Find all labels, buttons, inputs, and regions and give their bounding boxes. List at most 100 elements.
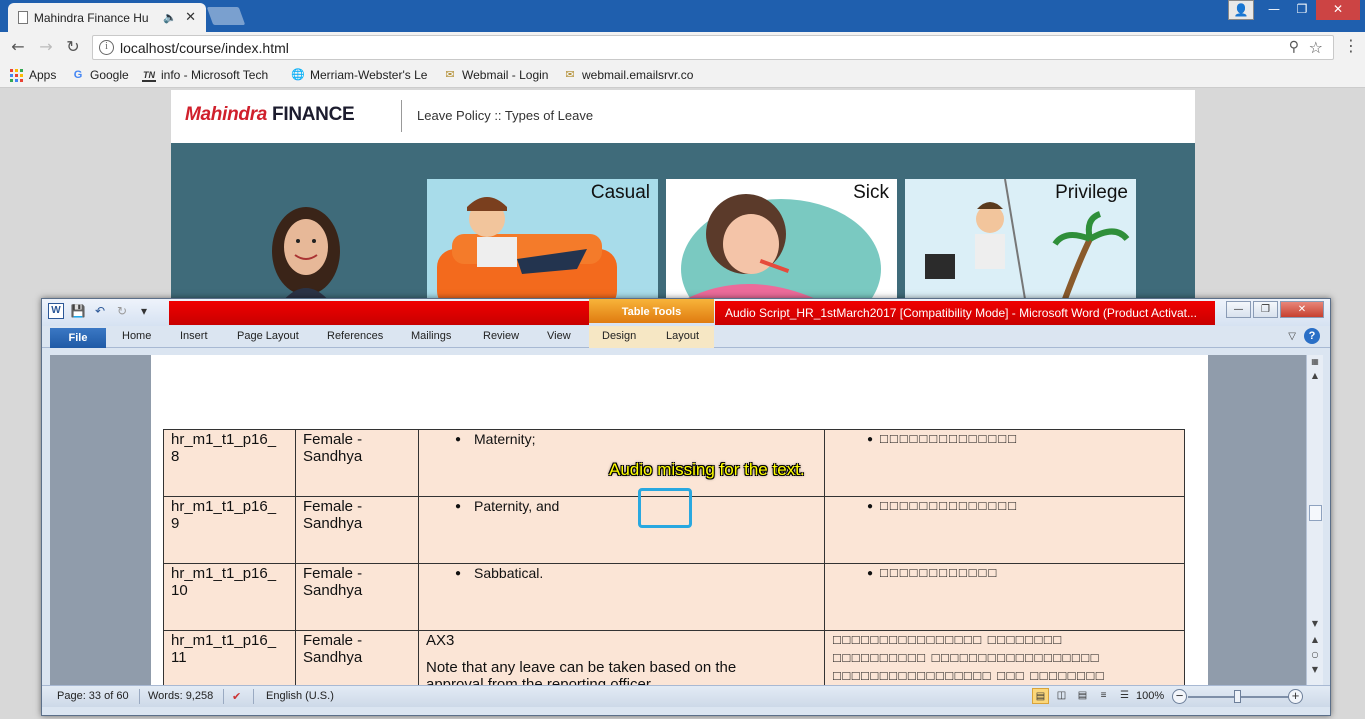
zoom-slider-thumb[interactable] [1234, 690, 1241, 703]
language[interactable]: English (U.S.) [266, 690, 334, 702]
bookmark-technet[interactable]: TN info - Microsoft Tech [142, 68, 274, 82]
globe-icon: 🌐 [291, 69, 305, 81]
document-page[interactable]: hr_m1_t1_p16_ 8 Female - Sandhya ● Maternit… [151, 355, 1208, 685]
tab-title: Mahindra Finance Hu [33, 10, 149, 25]
privilege-leave-card[interactable]: Privilege [905, 179, 1136, 299]
info-icon[interactable]: i [99, 40, 114, 55]
cell-speaker[interactable]: Female - Sandhya [295, 496, 419, 564]
zoom-level[interactable]: 100% [1136, 690, 1164, 702]
cell-translation[interactable]: ● □□□□□□□□□□□□ [824, 563, 1185, 631]
restore-icon[interactable]: ❐ [1253, 301, 1278, 318]
ruler-toggle-icon[interactable]: ▦ [1307, 355, 1323, 369]
customize-qat-icon[interactable]: ▾ [136, 303, 152, 319]
cell-text[interactable]: ● Sabbatical. [418, 563, 825, 631]
cell-text[interactable]: ● Paternity, and [418, 496, 825, 564]
zoom-magnifier-icon[interactable]: ⚲ [1289, 39, 1299, 55]
tab-design[interactable]: Design [602, 330, 636, 342]
bookmark-merriam[interactable]: 🌐 Merriam-Webster's Le [291, 68, 428, 82]
scroll-up-icon[interactable]: ▲ [1307, 369, 1323, 383]
profile-icon[interactable]: 👤 [1228, 0, 1254, 20]
undo-icon[interactable]: ↶ [92, 303, 108, 319]
close-icon[interactable]: ✕ [1280, 301, 1324, 318]
cell-id[interactable]: hr_m1_t1_p16_ 11 [163, 630, 296, 685]
tab-mailings[interactable]: Mailings [411, 330, 451, 342]
bookmark-apps[interactable]: Apps [10, 68, 56, 82]
status-bar: Page: 33 of 60 Words: 9,258 ✔ English (U… [42, 685, 1330, 707]
missing-audio-callout: Audio missing for the text. [609, 460, 805, 479]
web-layout-icon[interactable]: ▤ [1074, 688, 1091, 704]
breadcrumb: Leave Policy :: Types of Leave [417, 108, 594, 123]
back-arrow-icon[interactable]: ← [8, 37, 28, 57]
course-header: Mahindra FINANCE Leave Policy :: Types o… [171, 90, 1195, 143]
tab-references[interactable]: References [327, 330, 383, 342]
address-bar[interactable]: i localhost/course/index.html ⚲ ☆ [92, 35, 1334, 60]
kebab-menu-icon[interactable]: ⋮ [1343, 36, 1359, 55]
reload-icon[interactable]: ↻ [63, 37, 83, 57]
full-screen-reading-icon[interactable]: ◫ [1053, 688, 1070, 704]
cell-id[interactable]: hr_m1_t1_p16_ 10 [163, 563, 296, 631]
quick-access-toolbar: W 💾 ↶ ↻ ▾ [48, 303, 152, 319]
table-row: hr_m1_t1_p16_ 10 Female - Sandhya ● Sabbati… [163, 563, 1185, 631]
google-icon: G [73, 69, 83, 81]
casual-leave-card[interactable]: Casual [427, 179, 658, 299]
cell-id[interactable]: hr_m1_t1_p16_ 8 [163, 429, 296, 497]
url-text[interactable]: localhost/course/index.html [120, 40, 289, 56]
bookmark-google[interactable]: G Google [71, 68, 129, 82]
bookmark-emailsrvr[interactable]: ✉ webmail.emailsrvr.co [563, 68, 700, 82]
forward-arrow-icon[interactable]: → [36, 37, 56, 57]
cell-translation[interactable]: □□□□□□□□□□□□□□□□ □□□□□□□□ □□□□□□□□□□ □□□… [824, 630, 1185, 685]
new-tab-button[interactable] [206, 7, 246, 25]
draft-icon[interactable]: ☰ [1116, 688, 1133, 704]
close-tab-icon[interactable]: ✕ [185, 10, 196, 25]
minimize-icon[interactable]: — [1260, 0, 1288, 20]
tab-file[interactable]: File [50, 328, 106, 348]
cell-translation[interactable]: ● □□□□□□□□□□□□□□ [824, 496, 1185, 564]
cell-speaker[interactable]: Female - Sandhya [295, 630, 419, 685]
vertical-scrollbar[interactable]: ▦ ▲ ▼ ▲ ○ ▼ [1306, 355, 1323, 685]
zoom-in-icon[interactable]: + [1288, 689, 1303, 704]
proofing-icon[interactable]: ✔ [232, 690, 241, 703]
tab-review[interactable]: Review [483, 330, 519, 342]
bookmark-star-icon[interactable]: ☆ [1309, 38, 1323, 57]
speaker-icon[interactable]: 🔈 [163, 11, 177, 24]
scroll-thumb[interactable] [1309, 505, 1322, 521]
ribbon-tabs: File Home Insert Page Layout References … [42, 326, 1330, 348]
close-window-icon[interactable]: ✕ [1316, 0, 1360, 20]
redo-icon[interactable]: ↻ [114, 303, 130, 319]
help-icon[interactable]: ? [1304, 328, 1320, 344]
outline-icon[interactable]: ≡ [1095, 688, 1112, 704]
bookmark-label: webmail.emailsrvr.co [582, 68, 694, 82]
browser-tab[interactable]: Mahindra Finance Hu 🔈 ✕ [8, 3, 206, 32]
missing-audio-highlight [638, 488, 692, 528]
print-layout-icon[interactable]: ▤ [1032, 688, 1049, 704]
tab-view[interactable]: View [547, 330, 571, 342]
tab-page-layout[interactable]: Page Layout [237, 330, 299, 342]
apps-grid-icon [10, 68, 24, 82]
minimize-ribbon-icon[interactable]: ▽ [1288, 331, 1296, 342]
mail-icon: ✉ [445, 69, 455, 81]
tab-insert[interactable]: Insert [180, 330, 208, 342]
tab-layout[interactable]: Layout [666, 330, 699, 342]
browser-toolbar: ← → ↻ i localhost/course/index.html ⚲ ☆ … [0, 32, 1365, 62]
cell-id[interactable]: hr_m1_t1_p16_ 9 [163, 496, 296, 564]
word-count[interactable]: Words: 9,258 [148, 690, 213, 702]
bookmark-webmail[interactable]: ✉ Webmail - Login [443, 68, 548, 82]
word-app-icon[interactable]: W [48, 303, 64, 319]
mail-icon: ✉ [565, 69, 575, 81]
select-browse-object-icon[interactable]: ○ [1307, 648, 1323, 662]
sick-leave-card[interactable]: Sick [666, 179, 897, 299]
cell-speaker[interactable]: Female - Sandhya [295, 429, 419, 497]
maximize-icon[interactable]: ❐ [1288, 0, 1316, 20]
minimize-icon[interactable]: — [1226, 301, 1251, 318]
tab-home[interactable]: Home [122, 330, 151, 342]
scroll-down-icon[interactable]: ▼ [1307, 617, 1323, 631]
cell-speaker[interactable]: Female - Sandhya [295, 563, 419, 631]
zoom-out-icon[interactable]: − [1172, 689, 1187, 704]
save-icon[interactable]: 💾 [70, 303, 86, 319]
previous-page-icon[interactable]: ▲ [1307, 633, 1323, 647]
next-page-icon[interactable]: ▼ [1307, 663, 1323, 677]
cell-translation[interactable]: ● □□□□□□□□□□□□□□ [824, 429, 1185, 497]
page-count[interactable]: Page: 33 of 60 [57, 690, 129, 702]
cell-paragraph: Note that any leave can be taken based o… [426, 659, 737, 676]
cell-text[interactable]: AX3 Note that any leave can be taken bas… [418, 630, 825, 685]
